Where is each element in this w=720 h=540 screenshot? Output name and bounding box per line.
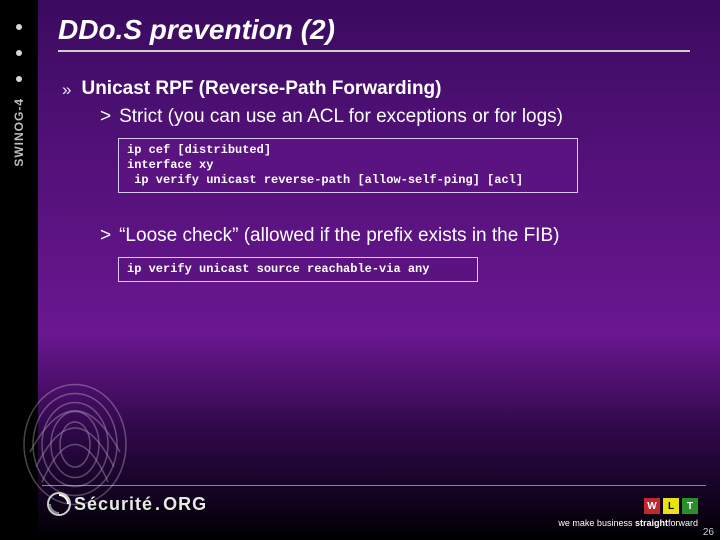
footer-tagline: we make business straightforward (558, 518, 698, 528)
swirl-icon (46, 491, 72, 517)
brand-text: Sécurité (74, 495, 153, 513)
rail-dot-icon (16, 24, 22, 30)
brand-dot: . (155, 495, 161, 513)
bullet-main: » Unicast RPF (Reverse-Path Forwarding) (62, 78, 696, 100)
square-l-icon: L (663, 498, 679, 514)
tagline-part-bold: straight (635, 518, 668, 528)
square-t-icon: T (682, 498, 698, 514)
bullet-marker: » (62, 80, 71, 100)
code-block: ip verify unicast source reachable-via a… (118, 257, 478, 282)
footer-divider (42, 485, 706, 486)
page-title: DDo.S prevention (2) (58, 14, 690, 52)
rail-dot-icon (16, 76, 22, 82)
footer-right: W L T we make business straightforward (558, 498, 698, 528)
brand-squares: W L T (644, 498, 698, 514)
bullet-main-text: Unicast RPF (Reverse-Path Forwarding) (81, 78, 441, 100)
slide: SWINOG-4 DDo.S prevention (2) » Unicast … (0, 0, 720, 540)
page-number: 26 (703, 527, 714, 538)
brand-text: ORG (163, 495, 207, 513)
rail-dot-icon (16, 50, 22, 56)
bullet-marker: > (100, 225, 111, 247)
bullet-sub-text: Strict (you can use an ACL for exception… (119, 106, 563, 128)
bullet-sub: > Strict (you can use an ACL for excepti… (100, 106, 696, 128)
tagline-part: we make business (558, 518, 635, 528)
code-block: ip cef [distributed] interface xy ip ver… (118, 138, 578, 193)
bullet-sub-text: “Loose check” (allowed if the prefix exi… (119, 225, 559, 247)
tagline-part: forward (668, 518, 698, 528)
rail-label: SWINOG-4 (13, 98, 25, 167)
brand-logo: Sécurité . ORG (46, 490, 207, 518)
content: » Unicast RPF (Reverse-Path Forwarding) … (62, 78, 696, 298)
bullet-sub: > “Loose check” (allowed if the prefix e… (100, 225, 696, 247)
square-w-icon: W (644, 498, 660, 514)
bullet-marker: > (100, 106, 111, 128)
